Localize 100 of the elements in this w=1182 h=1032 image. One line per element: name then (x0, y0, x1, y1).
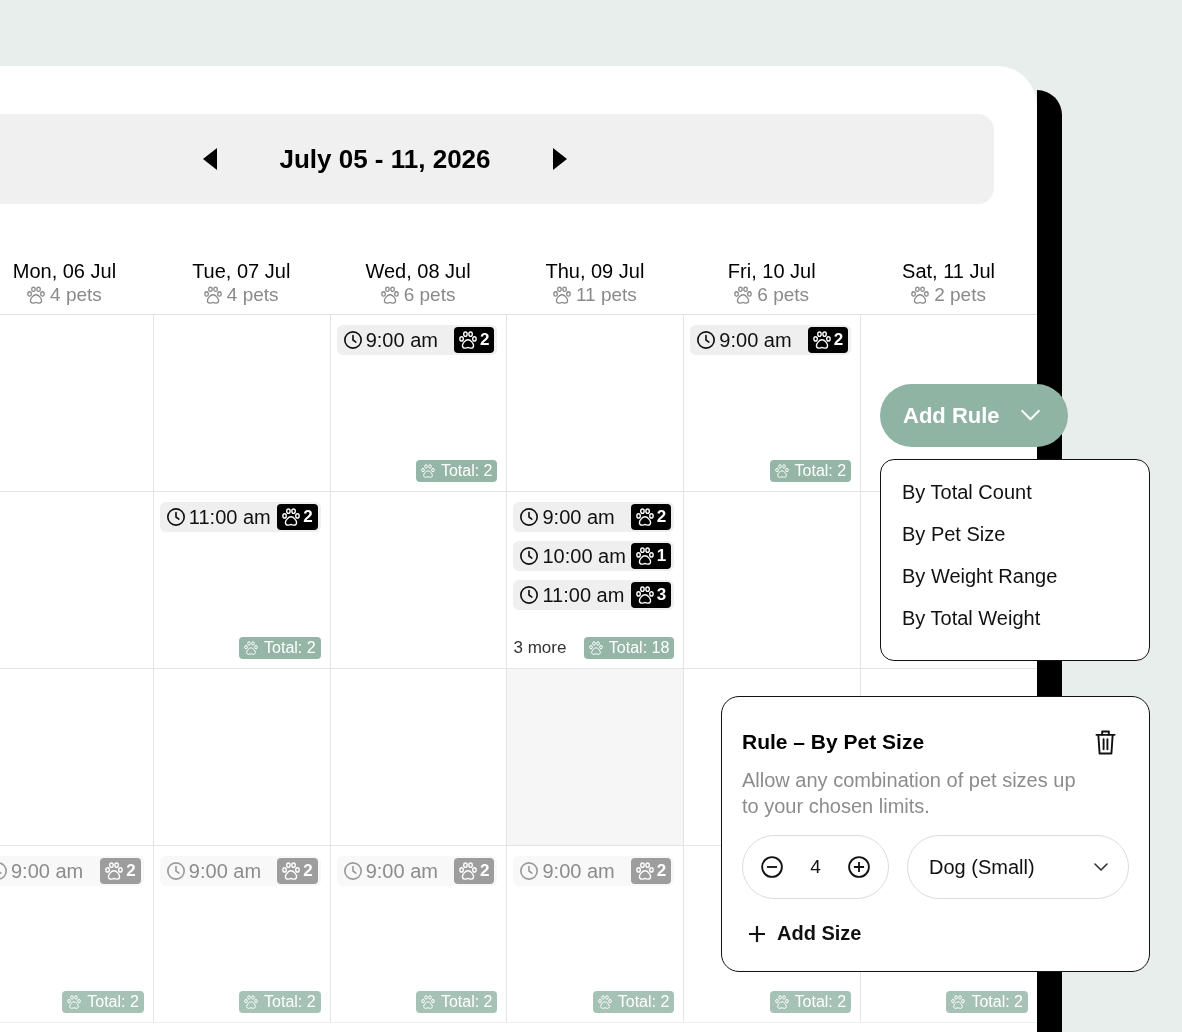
day-label: Wed, 08 Jul (365, 259, 471, 283)
day-label: Thu, 09 Jul (545, 259, 645, 283)
paw-icon (282, 508, 301, 526)
menu-item[interactable]: By Weight Range (902, 562, 1058, 590)
appointment-time: 9:00 am (542, 859, 615, 883)
total-count: Total: 2 (264, 639, 316, 657)
appointment-time: 9:00 am (188, 859, 262, 883)
paw-icon (588, 641, 603, 655)
paw-icon (635, 586, 654, 604)
pet-size-select[interactable]: Dog (Small) (907, 835, 1129, 899)
delete-rule-button[interactable] (1095, 729, 1116, 755)
clock-icon (343, 331, 362, 349)
paw-icon (597, 995, 612, 1009)
trash-icon (1095, 729, 1116, 755)
pet-count: 1 (656, 546, 667, 566)
clock-icon (520, 508, 539, 526)
rule-description: Allow any combination of pet sizes up to your chosen limits. (742, 768, 1077, 819)
pet-count: 2 (480, 330, 490, 350)
appointment-time: 11:00 am (542, 583, 625, 607)
paw-icon (203, 286, 222, 304)
clock-icon (166, 862, 185, 880)
total-count: Total: 2 (617, 993, 670, 1011)
pet-count-label: 6 pets (403, 283, 456, 307)
paw-icon (105, 862, 124, 880)
chevron-down-icon (1019, 409, 1041, 422)
pet-count: 2 (656, 507, 667, 527)
menu-item[interactable]: By Pet Size (902, 520, 1006, 548)
increase-button[interactable] (848, 856, 870, 878)
clock-icon (520, 862, 539, 880)
paw-icon (67, 995, 82, 1009)
quantity-value: 4 (810, 856, 821, 878)
total-count: Total: 2 (794, 462, 847, 480)
total-count: Total: 2 (264, 993, 316, 1011)
pet-count-label: 11 pets (575, 283, 637, 307)
paw-icon (244, 641, 259, 655)
appointment-time: 9:00 am (542, 505, 615, 529)
appointment-chip[interactable]: 10:00 am 1 (513, 541, 675, 571)
pet-count: 3 (656, 585, 667, 605)
decrease-button[interactable] (761, 856, 783, 878)
pet-count-label: 2 pets (934, 283, 986, 307)
clock-icon (520, 547, 539, 565)
paw-icon (244, 995, 259, 1009)
right-triangle-icon (552, 148, 567, 170)
plus-circle-icon (848, 856, 870, 878)
paw-icon (812, 331, 831, 349)
week-range-title: July 05 - 11, 2026 (279, 143, 491, 175)
appointment-time: 9:00 am (365, 859, 438, 883)
paw-icon (459, 331, 477, 349)
paw-icon (27, 286, 46, 304)
pet-count: 2 (833, 330, 844, 350)
add-size-button[interactable]: Add Size (749, 922, 862, 945)
clock-icon (697, 331, 716, 349)
paw-icon (635, 508, 654, 526)
appointment-chip[interactable]: 9:00 am 2 (336, 325, 498, 355)
paw-icon (420, 464, 435, 478)
paw-icon (951, 995, 966, 1009)
paw-icon (774, 464, 789, 478)
total-count: Total: 2 (87, 993, 139, 1011)
menu-item[interactable]: By Total Weight (902, 604, 1041, 632)
day-label: Sat, 11 Jul (902, 259, 996, 283)
total-count: Total: 2 (794, 993, 847, 1011)
paw-icon (635, 862, 654, 880)
appointment-time: 10:00 am (542, 544, 626, 568)
paw-icon (552, 286, 571, 304)
minus-circle-icon (761, 856, 783, 878)
paw-icon (380, 286, 399, 304)
pet-count-label: 4 pets (50, 283, 102, 307)
pet-count: 2 (480, 861, 490, 881)
clock-icon (343, 862, 362, 880)
total-count: Total: 2 (440, 993, 493, 1011)
pet-count: 2 (303, 861, 313, 881)
paw-icon (774, 995, 789, 1009)
plus-icon (749, 925, 765, 942)
appointment-chip[interactable]: 11:00 am 3 (513, 580, 675, 610)
menu-item[interactable]: By Total Count (902, 478, 1032, 506)
paw-icon (282, 862, 301, 880)
pet-count: 2 (126, 861, 136, 881)
chevron-down-icon (1094, 863, 1108, 871)
next-week-button[interactable] (552, 148, 567, 170)
appointment-time: 9:00 am (11, 859, 84, 883)
paw-icon (459, 862, 477, 880)
left-triangle-icon (203, 148, 218, 170)
pet-count: 2 (656, 861, 667, 881)
day-label: Fri, 10 Jul (727, 259, 816, 283)
appointment-time: 9:00 am (719, 328, 792, 352)
more-link[interactable]: 3 more (513, 638, 567, 658)
paw-icon (420, 995, 435, 1009)
clock-icon (166, 508, 185, 526)
appointment-chip[interactable]: 9:00 am 2 (690, 325, 852, 355)
previous-week-button[interactable] (203, 148, 218, 170)
appointment-time: 9:00 am (365, 328, 438, 352)
total-count: Total: 2 (440, 462, 493, 480)
appointment-time: 11:00 am (188, 505, 271, 529)
rule-title: Rule – By Pet Size (742, 729, 925, 755)
day-label: Tue, 07 Jul (192, 259, 291, 283)
clock-icon (520, 586, 539, 604)
paw-icon (635, 547, 654, 565)
total-count: Total: 2 (971, 993, 1023, 1011)
appointment-chip[interactable]: 11:00 am 2 (159, 502, 321, 532)
appointment-chip[interactable]: 9:00 am 2 (513, 502, 675, 532)
